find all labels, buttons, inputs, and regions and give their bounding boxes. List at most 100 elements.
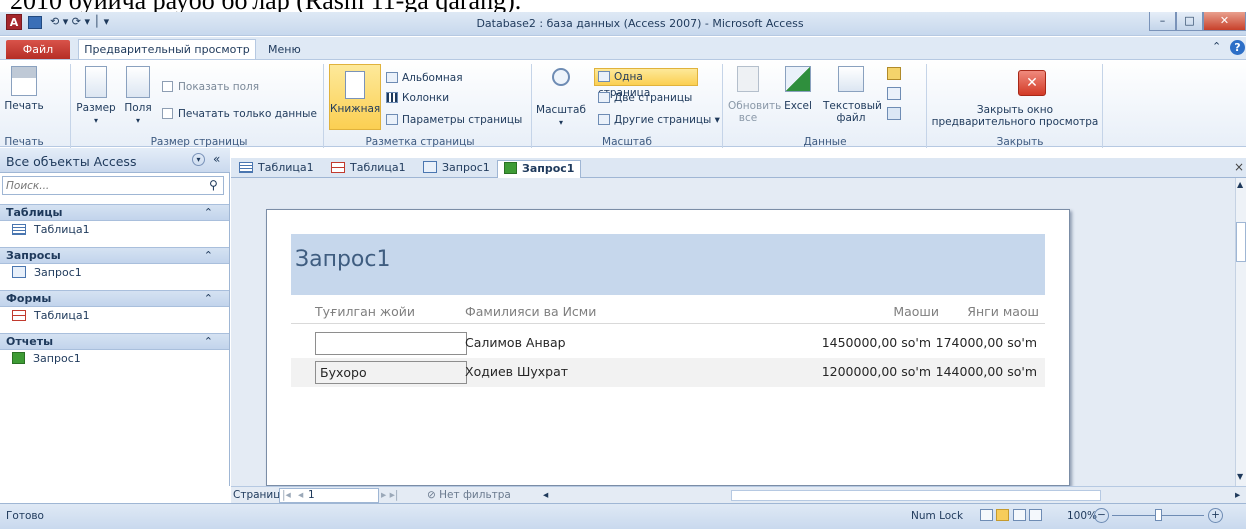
export-pdf-icon[interactable] [887,87,901,100]
zoom-button[interactable]: Масштаб ▾ [536,66,586,129]
page-number-field[interactable]: |◂ ◂ 1 [279,488,379,503]
checkbox-box [162,81,173,92]
search-icon[interactable]: ⚲ [209,178,218,192]
nav-group-forms[interactable]: Формы ⌃ [0,290,229,307]
doc-tab-form[interactable]: Таблица1 [325,160,412,178]
group-label-page-size: Размер страницы [150,136,248,148]
overlay-text-strip: 2010 буйича раубо бо'лар (Rasm 11-ga qar… [0,0,1246,12]
export-more-dropdown-icon[interactable] [887,107,901,120]
horizontal-scrollbar[interactable] [731,490,1101,501]
zoom-in-icon[interactable]: + [1208,508,1223,523]
column-header-name: Фамилияси ва Исми [465,304,597,319]
tab-menu[interactable]: Меню [268,41,301,59]
landscape-icon [386,72,398,83]
print-data-only-checkbox[interactable]: Печатать только данные [162,106,317,123]
tab-print-preview[interactable]: Предварительный просмотр [78,39,256,60]
refresh-all-button[interactable]: Обновить все [726,66,781,124]
more-export-icon[interactable] [887,67,901,80]
nav-group-queries[interactable]: Запросы ⌃ [0,247,229,264]
export-text-button[interactable]: Текстовый файл [820,66,882,124]
chevron-up-icon[interactable]: ⌃ [204,248,213,263]
excel-icon [785,66,811,92]
chevron-up-icon[interactable]: ⌃ [204,334,213,349]
nav-group-label: Формы [6,292,52,305]
scroll-down-icon[interactable]: ▼ [1237,472,1243,481]
report-header: Запрос1 [291,234,1045,295]
query-icon [12,266,26,278]
header-divider [291,323,1045,324]
two-pages-button[interactable]: Две страницы [598,90,692,107]
nav-item-report[interactable]: Запрос1 [0,350,229,368]
close-preview-button[interactable]: Закрыть окно предварительного просмотра [930,104,1100,128]
nav-search-input[interactable] [3,177,203,194]
print-button[interactable]: Печать [3,66,45,112]
doc-tab-query[interactable]: Запрос1 [417,160,496,178]
doc-tab-table[interactable]: Таблица1 [233,160,320,178]
text-file-label: Текстовый файл [823,100,882,124]
scroll-thumb[interactable] [1236,222,1246,262]
no-filter-indicator[interactable]: ⊘ Нет фильтра [427,489,511,501]
current-page[interactable]: 1 [308,489,315,502]
columns-button[interactable]: Колонки [386,90,449,107]
text-file-icon [838,66,864,92]
chevron-up-icon[interactable]: ⌃ [204,291,213,306]
zoom-out-icon[interactable]: − [1094,508,1109,523]
portrait-button[interactable]: Книжная [329,64,381,130]
report-icon [12,352,25,364]
one-page-button[interactable]: Одна страница [594,68,698,99]
size-button[interactable]: Размер ▾ [74,66,118,127]
nav-search-box[interactable]: ⚲ [2,176,224,195]
close-preview-icon[interactable]: ✕ [1018,70,1046,96]
columns-label: Колонки [402,92,450,104]
show-margins-checkbox[interactable]: Показать поля [162,79,259,96]
doc-tab-report-active[interactable]: Запрос1 [497,160,582,178]
layout-view-icon[interactable] [1012,509,1026,521]
design-view-icon[interactable] [1029,509,1043,521]
zoom-slider-thumb[interactable] [1155,509,1162,521]
report-icon [504,162,517,174]
minimize-button[interactable]: – [1149,12,1176,31]
two-pages-label: Две страницы [614,92,693,104]
close-window-button[interactable]: ✕ [1203,12,1246,31]
landscape-button[interactable]: Альбомная [386,70,463,87]
table-row: Бухоро Ходиев Шухрат 1200000,00 so'm 144… [291,358,1045,387]
scroll-right-icon[interactable]: ▸ [1235,489,1240,501]
overlay-text: 2010 буйича раубо бо'лар (Rasm 11-ga qar… [10,0,521,12]
ribbon-collapse-icon[interactable]: ⌃ [1212,40,1221,53]
first-page-icon[interactable]: |◂ [282,489,291,502]
margins-button[interactable]: Поля ▾ [120,66,156,127]
close-document-icon[interactable]: × [1234,160,1244,174]
next-page-icon[interactable]: ▸ ▸| [381,489,398,501]
tab-file[interactable]: Файл [6,40,70,59]
nav-item-table[interactable]: Таблица1 [0,221,229,239]
chevron-up-icon[interactable]: ⌃ [204,205,213,220]
two-pages-icon [598,92,610,103]
zoom-level: 100% [1067,510,1098,522]
nav-group-tables[interactable]: Таблицы ⌃ [0,204,229,221]
scroll-up-icon[interactable]: ▲ [1237,180,1243,189]
scroll-left-icon[interactable]: ◂ [543,489,548,501]
page-setup-button[interactable]: Параметры страницы [386,112,522,129]
vertical-scrollbar[interactable]: ▲ ▼ [1235,178,1246,486]
export-excel-button[interactable]: Excel [778,66,818,112]
access-app-icon[interactable]: A [6,14,22,30]
quick-access-toolbar[interactable]: ⟲ ▾ ⟳ ▾ │ ▾ [50,15,109,31]
print-preview-view-icon[interactable] [996,509,1010,521]
help-icon[interactable]: ? [1230,40,1245,55]
nav-item-query[interactable]: Запрос1 [0,264,229,282]
nav-pane-dropdown-icon[interactable]: ▾ [192,153,205,166]
save-icon[interactable] [28,16,42,29]
nav-group-reports[interactable]: Отчеты ⌃ [0,333,229,350]
magnifier-icon [552,68,570,86]
nav-pane-collapse-icon[interactable]: « [213,152,220,166]
report-view-icon[interactable] [980,509,993,521]
maximize-button[interactable]: □ [1176,12,1203,31]
nav-item-form[interactable]: Таблица1 [0,307,229,325]
columns-icon [386,92,398,103]
table-icon [12,224,26,235]
excel-label: Excel [784,100,812,112]
prev-page-icon[interactable]: ◂ [298,489,303,502]
more-pages-button[interactable]: Другие страницы ▾ [598,112,720,129]
more-pages-icon [598,114,610,125]
nav-pane-header[interactable]: Все объекты Access ▾ « [0,148,230,173]
